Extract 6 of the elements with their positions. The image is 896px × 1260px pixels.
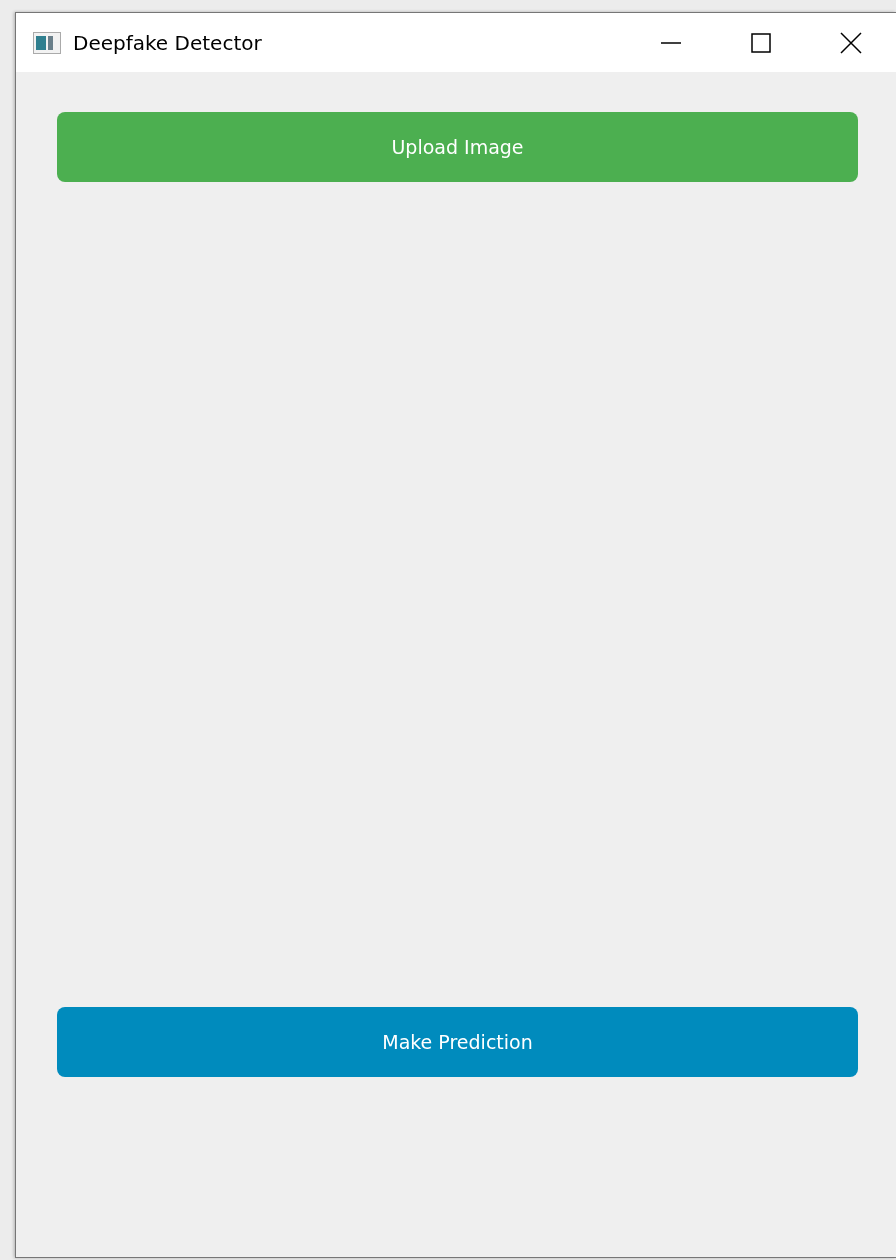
upload-button[interactable]: Upload Image — [57, 112, 858, 182]
window-title: Deepfake Detector — [73, 30, 263, 55]
predict-button[interactable]: Make Prediction — [57, 1007, 858, 1077]
close-icon[interactable] — [840, 31, 862, 54]
app-icon — [33, 31, 61, 54]
maximize-icon[interactable] — [750, 31, 772, 54]
